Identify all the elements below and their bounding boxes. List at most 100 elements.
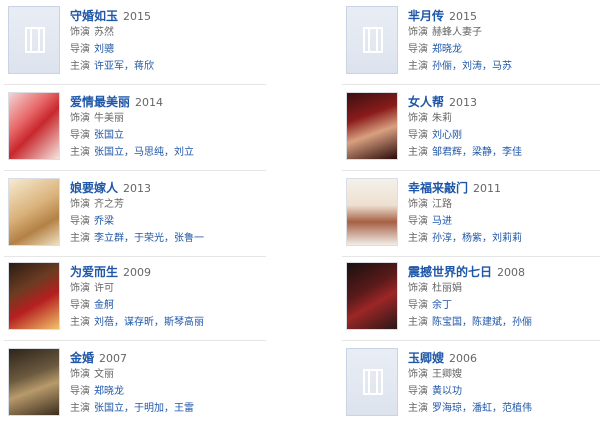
role-line: 饰演 赫蜂人妻子	[408, 24, 600, 41]
movie-info: 女人帮 2013 饰演 朱莉 导演 刘心刚 主演 邹君辉，梁静，李佳	[408, 92, 600, 161]
cast-value[interactable]: 刘蓓，谋存昕，斯琴高丽	[94, 317, 204, 328]
cast-value[interactable]: 张国立，马思纯，刘立	[94, 147, 194, 158]
role-label: 饰演	[70, 283, 90, 294]
poster-image[interactable]	[8, 92, 60, 160]
title-row: 爱情最美丽 2014	[70, 92, 290, 110]
role-value: 朱莉	[432, 113, 452, 124]
title-row: 娘要嫁人 2013	[70, 178, 290, 196]
cast-value[interactable]: 陈宝国，陈建斌，孙俪	[432, 317, 532, 328]
cast-line: 主演 李立群，于荣光，张鲁一	[70, 230, 290, 247]
title-row: 为爱而生 2009	[70, 262, 290, 280]
title-row: 玉卿嫂 2006	[408, 348, 600, 366]
poster-placeholder[interactable]	[346, 348, 398, 416]
movie-year: 2006	[449, 352, 478, 365]
movie-title-link[interactable]: 震撼世界的七日	[408, 265, 492, 279]
cast-label: 主演	[408, 317, 428, 328]
role-value: 齐之芳	[94, 199, 124, 210]
row-separator	[4, 170, 266, 171]
movie-title-link[interactable]: 守婚如玉	[70, 9, 118, 23]
role-value: 许可	[94, 283, 114, 294]
movie-title-link[interactable]: 女人帮	[408, 95, 444, 109]
cast-line: 主演 刘蓓，谋存昕，斯琴高丽	[70, 314, 290, 331]
director-line: 导演 郑晓龙	[408, 41, 600, 58]
movie-card: 芈月传 2015 饰演 赫蜂人妻子 导演 郑晓龙主演 孙俪，刘涛，马苏	[342, 2, 600, 80]
director-value[interactable]: 黄以功	[432, 386, 462, 397]
poster-image[interactable]	[346, 178, 398, 246]
poster-image[interactable]	[346, 92, 398, 160]
cast-value[interactable]: 孙俪，刘涛，马苏	[432, 61, 512, 72]
director-value[interactable]: 郑晓龙	[432, 44, 462, 55]
poster-image[interactable]	[8, 262, 60, 330]
role-value: 王卿嫂	[432, 369, 462, 380]
movie-info: 金婚 2007 饰演 文丽 导演 郑晓龙 主演 张国立，于明加，王雷	[70, 348, 290, 417]
role-label: 饰演	[408, 283, 428, 294]
cast-value[interactable]: 邹君辉，梁静，李佳	[432, 147, 522, 158]
cast-line: 主演 孙淳，杨紫，刘莉莉	[408, 230, 600, 247]
cast-value[interactable]: 罗海琼，潘虹，范植伟	[432, 403, 532, 414]
director-line: 导演 余丁	[408, 297, 600, 314]
director-value[interactable]: 刘骢	[94, 44, 114, 55]
director-value[interactable]: 余丁	[432, 300, 452, 311]
director-value[interactable]: 郑晓龙	[94, 386, 124, 397]
cast-value[interactable]: 张国立，于明加，王雷	[94, 403, 194, 414]
movie-title-link[interactable]: 玉卿嫂	[408, 351, 444, 365]
director-value[interactable]: 马进	[432, 216, 452, 227]
row-separator	[342, 340, 600, 341]
director-label: 导演	[70, 130, 90, 141]
movie-card: 女人帮 2013 饰演 朱莉 导演 刘心刚 主演 邹君辉，梁静，李佳	[342, 88, 600, 166]
film-icon	[363, 369, 383, 395]
director-line: 导演 刘骢	[70, 41, 290, 58]
movie-title-link[interactable]: 幸福来敲门	[408, 181, 468, 195]
row-separator	[342, 170, 600, 171]
director-value[interactable]: 刘心刚	[432, 130, 462, 141]
cast-label: 主演	[408, 61, 428, 72]
cast-value[interactable]: 孙淳，杨紫，刘莉莉	[432, 233, 522, 244]
row-separator	[4, 256, 266, 257]
movie-year: 2011	[473, 182, 502, 195]
movie-title-link[interactable]: 娘要嫁人	[70, 181, 118, 195]
director-line: 导演 郑晓龙	[70, 383, 290, 400]
director-label: 导演	[70, 44, 90, 55]
filmography-grid: 守婚如玉 2015 饰演 苏然 导演 刘骢 主演 许亚军，蒋欣 芈月传 2015 饰演 赫蜂人妻子 导演…	[0, 0, 600, 432]
director-line: 导演 乔梁	[70, 213, 290, 230]
cast-line: 主演 张国立，马思纯，刘立	[70, 144, 290, 161]
movie-title-link[interactable]: 金婚	[70, 351, 94, 365]
title-row: 幸福来敲门 2011	[408, 178, 600, 196]
movie-year: 2009	[123, 266, 152, 279]
role-label: 饰演	[70, 369, 90, 380]
cast-value[interactable]: 李立群，于荣光，张鲁一	[94, 233, 204, 244]
movie-info: 幸福来敲门 2011 饰演 江路 导演 马进 主演 孙淳，杨紫，刘莉莉	[408, 178, 600, 247]
row-separator	[4, 84, 266, 85]
poster-placeholder[interactable]	[346, 6, 398, 74]
title-row: 金婚 2007	[70, 348, 290, 366]
director-value[interactable]: 张国立	[94, 130, 124, 141]
poster-art	[9, 93, 59, 159]
poster-image[interactable]	[8, 348, 60, 416]
cast-line: 主演 罗海琼，潘虹，范植伟	[408, 400, 600, 417]
cast-label: 主演	[70, 403, 90, 414]
movie-info: 芈月传 2015 饰演 赫蜂人妻子 导演 郑晓龙主演 孙俪，刘涛，马苏	[408, 6, 600, 75]
poster-art	[347, 93, 397, 159]
poster-image[interactable]	[8, 178, 60, 246]
role-label: 饰演	[70, 199, 90, 210]
role-line: 饰演 牛美丽	[70, 110, 290, 127]
movie-year: 2015	[123, 10, 152, 23]
role-label: 饰演	[408, 369, 428, 380]
poster-art	[9, 349, 59, 415]
cast-label: 主演	[70, 147, 90, 158]
movie-year: 2013	[123, 182, 152, 195]
movie-title-link[interactable]: 为爱而生	[70, 265, 118, 279]
title-row: 芈月传 2015	[408, 6, 600, 24]
role-label: 饰演	[408, 27, 428, 38]
movie-card: 玉卿嫂 2006 饰演 王卿嫂 导演 黄以功 主演 罗海琼，潘虹，范植伟	[342, 344, 600, 422]
movie-title-link[interactable]: 芈月传	[408, 9, 444, 23]
poster-placeholder[interactable]	[8, 6, 60, 74]
movie-title-link[interactable]: 爱情最美丽	[70, 95, 130, 109]
cast-label: 主演	[408, 147, 428, 158]
director-value[interactable]: 金舸	[94, 300, 114, 311]
movie-year: 2008	[497, 266, 526, 279]
cast-value[interactable]: 许亚军，蒋欣	[94, 61, 154, 72]
poster-image[interactable]	[346, 262, 398, 330]
director-value[interactable]: 乔梁	[94, 216, 114, 227]
movie-info: 爱情最美丽 2014 饰演 牛美丽 导演 张国立 主演 张国立，马思纯，刘立	[70, 92, 290, 161]
